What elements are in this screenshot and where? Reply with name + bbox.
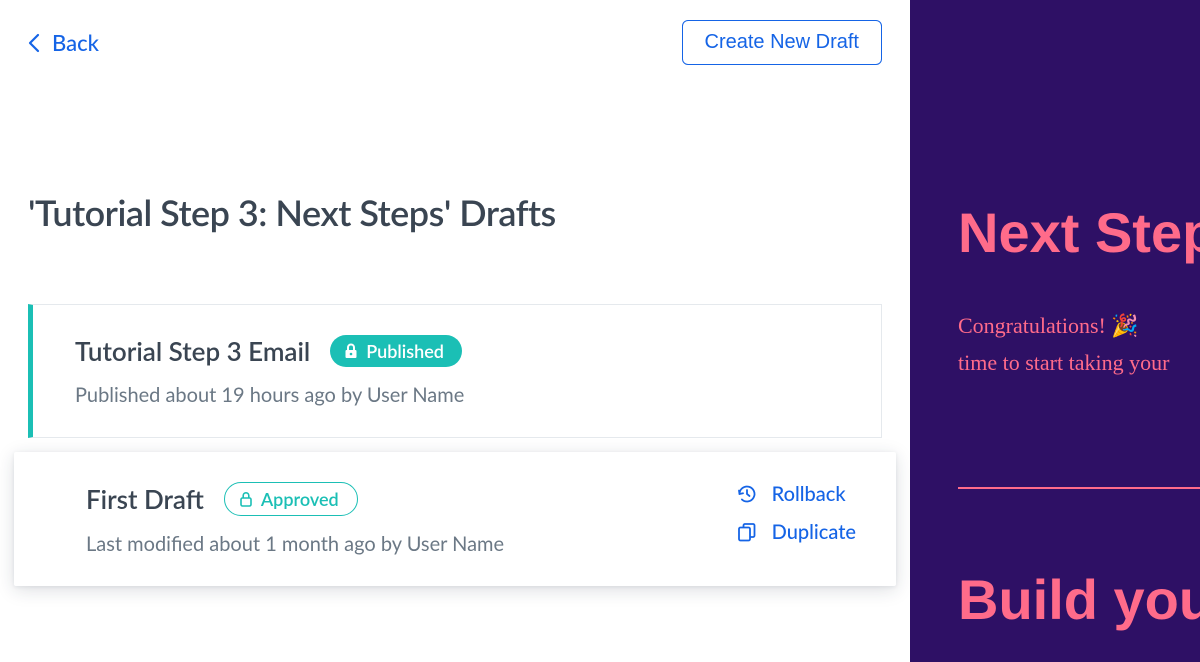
rollback-action[interactable]: Rollback [736,482,856,506]
drafts-panel: Back Create New Draft 'Tutorial Step 3: … [0,0,910,662]
preview-body-line: Congratulations! 🎉 [958,307,1200,344]
email-preview-panel: Next Steps Congratulations! 🎉 time to st… [910,0,1200,662]
lock-icon [239,491,253,507]
draft-actions: Rollback Duplicate [736,482,856,544]
preview-heading: Next Steps [958,200,1200,265]
preview-body-line: time to start taking your [958,344,1200,381]
badge-label: Published [366,340,444,362]
draft-subtext: Published about 19 hours ago by User Nam… [75,383,853,407]
action-label: Duplicate [772,520,856,544]
history-icon [736,483,758,505]
drafts-list: Tutorial Step 3 Email Published Publishe… [0,304,910,586]
draft-title: First Draft [86,483,204,515]
draft-title: Tutorial Step 3 Email [75,335,310,367]
page-title: 'Tutorial Step 3: Next Steps' Drafts [0,190,910,234]
draft-card[interactable]: Tutorial Step 3 Email Published Publishe… [28,304,882,438]
back-link[interactable]: Back [28,29,99,56]
duplicate-icon [736,521,758,543]
lock-icon [344,343,358,359]
create-new-draft-button[interactable]: Create New Draft [682,20,883,65]
preview-heading: Build your [958,567,1200,632]
badge-label: Approved [261,488,339,510]
status-badge-published: Published [330,335,462,367]
draft-card[interactable]: First Draft Approved Last modified about… [14,452,896,586]
preview-divider [958,487,1200,489]
status-badge-approved: Approved [224,482,358,516]
action-label: Rollback [772,482,846,506]
duplicate-action[interactable]: Duplicate [736,520,856,544]
topbar: Back Create New Draft [0,0,910,65]
back-label: Back [52,29,99,56]
chevron-left-icon [28,33,40,53]
